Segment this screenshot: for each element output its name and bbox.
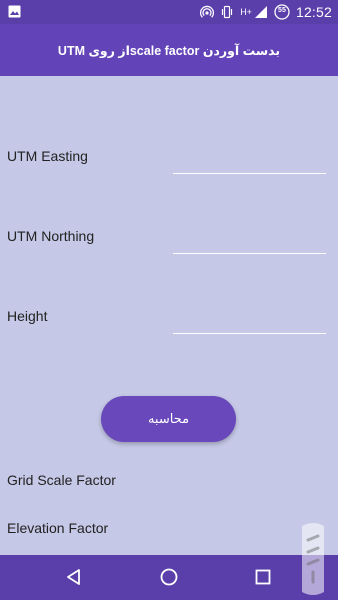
back-icon[interactable]	[64, 567, 84, 587]
vibrate-icon	[220, 5, 234, 19]
image-icon	[8, 5, 21, 18]
app-bar: بدست آوردن scale factorاز روی UTM	[0, 24, 338, 76]
signal-icon	[254, 5, 268, 19]
northing-label: UTM Northing	[7, 228, 95, 244]
battery-icon: 55	[274, 4, 290, 20]
easting-input[interactable]	[173, 144, 326, 172]
calculate-button[interactable]: محاسبه	[101, 396, 236, 442]
status-icons: H+ 55 12:52	[200, 3, 332, 21]
easting-label: UTM Easting	[7, 148, 88, 164]
northing-input[interactable]	[173, 224, 326, 252]
northing-underline	[173, 253, 326, 254]
clock: 12:52	[295, 4, 332, 20]
page-title: بدست آوردن scale factorاز روی UTM	[57, 43, 281, 58]
status-bar: H+ 55 12:52	[0, 0, 338, 24]
height-input[interactable]	[173, 304, 326, 332]
navigation-bar	[0, 555, 338, 600]
elevation-factor-label: Elevation Factor	[7, 520, 109, 536]
store-logo-watermark	[296, 520, 330, 598]
home-icon[interactable]	[159, 567, 179, 587]
network-type: H+	[240, 7, 252, 17]
battery-level: 55	[278, 7, 286, 14]
easting-underline	[173, 173, 326, 174]
grid-scale-factor-label: Grid Scale Factor	[7, 472, 116, 488]
hotspot-icon	[200, 5, 215, 19]
recents-icon[interactable]	[253, 567, 273, 587]
height-underline	[173, 333, 326, 334]
height-label: Height	[7, 308, 48, 324]
